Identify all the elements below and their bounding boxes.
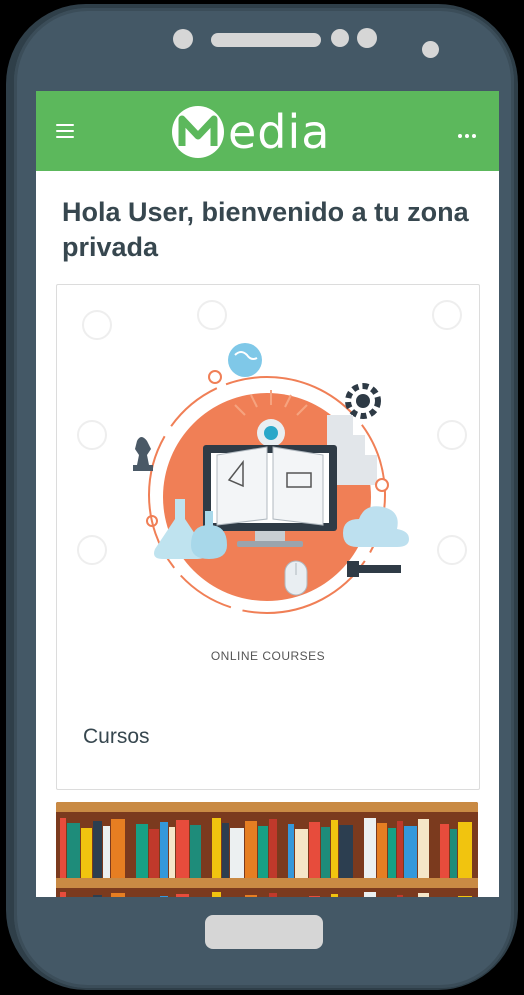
earpiece-speaker [211, 33, 321, 47]
book [309, 896, 320, 897]
book [404, 826, 417, 878]
card-title[interactable]: Cursos [83, 725, 150, 749]
book [269, 819, 277, 878]
book [245, 895, 257, 897]
card-image-caption: ONLINE COURSES [210, 649, 326, 663]
book [103, 826, 110, 878]
book [93, 821, 102, 878]
book [364, 892, 376, 897]
bookshelf-image [56, 812, 478, 878]
shelf-board [56, 878, 478, 888]
book [364, 818, 376, 878]
book [176, 894, 189, 897]
brand-name: edia [228, 105, 331, 159]
book [458, 896, 472, 897]
book [176, 820, 189, 878]
app-screen: edia Hola User, bienvenido a tu zona pri… [36, 91, 499, 897]
book [440, 824, 449, 878]
library-card[interactable] [56, 802, 478, 897]
book [160, 896, 168, 897]
book [245, 821, 257, 878]
page-title: Hola User, bienvenido a tu zona privada [62, 197, 469, 262]
online-courses-illustration [77, 300, 467, 614]
book [93, 895, 102, 897]
app-bar: edia [36, 91, 499, 171]
book [331, 820, 338, 878]
book [339, 825, 353, 878]
book [309, 822, 320, 878]
book [222, 823, 229, 878]
book [136, 824, 148, 878]
book [418, 893, 429, 897]
book [60, 818, 66, 878]
front-camera [173, 29, 193, 49]
book [331, 894, 338, 897]
book [258, 826, 268, 878]
book [230, 828, 244, 878]
logo-m-icon [172, 106, 224, 158]
book [321, 827, 330, 878]
shelf-board [56, 802, 478, 812]
book [418, 819, 429, 878]
book [450, 829, 457, 878]
book [169, 827, 175, 878]
book [111, 819, 125, 878]
book [60, 892, 66, 897]
book [397, 821, 403, 878]
book [212, 892, 221, 897]
book [288, 824, 294, 878]
book [190, 825, 201, 878]
book [377, 823, 387, 878]
bookshelf-image [56, 888, 478, 897]
brand-logo: edia [172, 101, 330, 163]
book [269, 893, 277, 897]
hamburger-menu-icon[interactable] [56, 124, 74, 138]
sensor-dot [357, 28, 377, 48]
book [397, 895, 403, 897]
book [111, 893, 125, 897]
sensor-dot [422, 41, 439, 58]
book [212, 818, 221, 878]
book [67, 823, 80, 878]
book [160, 822, 168, 878]
book [388, 828, 396, 878]
home-button[interactable] [205, 915, 323, 949]
course-card[interactable]: ONLINE COURSES Cursos [56, 284, 480, 790]
sensor-dot [331, 29, 349, 47]
book [458, 822, 472, 878]
book [81, 828, 92, 878]
more-dots-icon[interactable] [458, 125, 480, 138]
book [149, 829, 159, 878]
book [295, 829, 308, 878]
